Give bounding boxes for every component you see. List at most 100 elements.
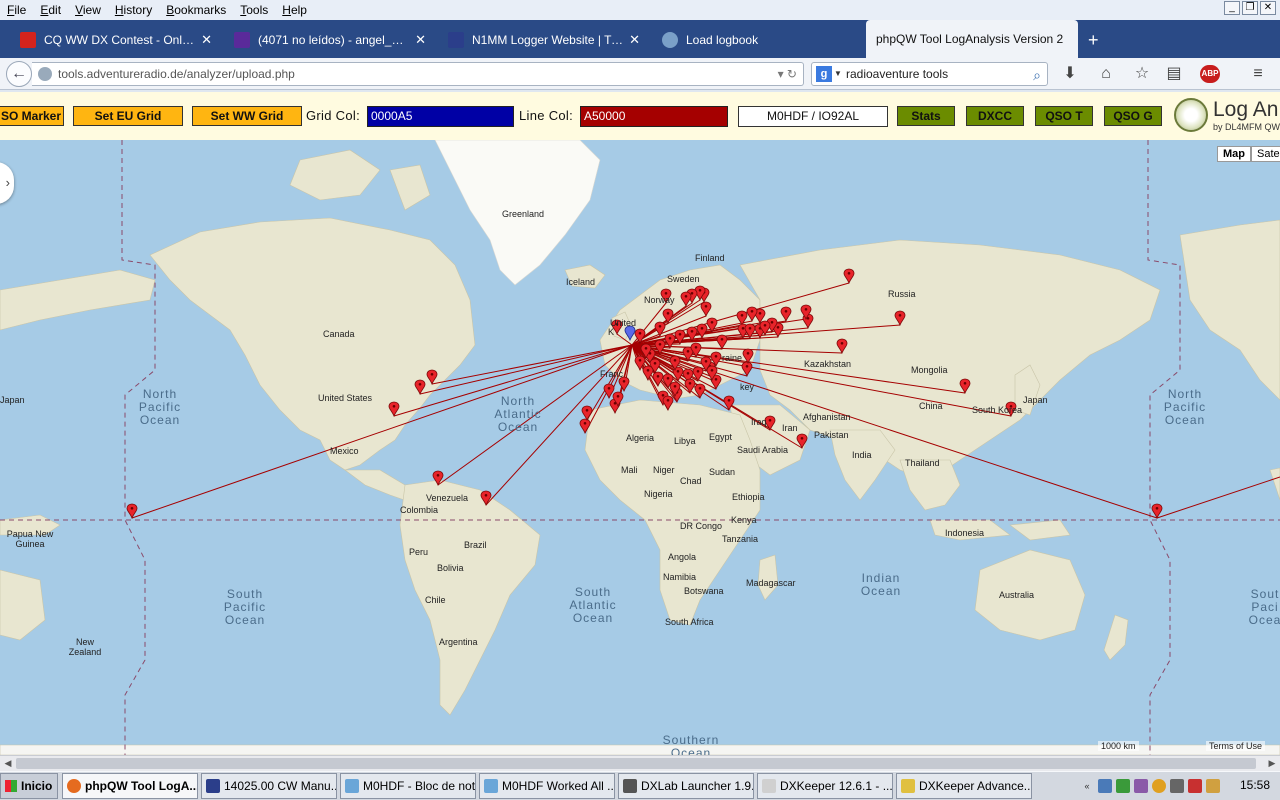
label-indonesia: Indonesia <box>945 528 984 538</box>
signal-icon[interactable] <box>1116 779 1130 793</box>
tab-phpqw[interactable]: phpQW Tool LogAnalysis Version 2 <box>866 20 1078 58</box>
terms-link[interactable]: Terms of Use <box>1206 741 1266 751</box>
label-china: China <box>919 401 943 411</box>
qso-marker-icon[interactable] <box>741 361 753 378</box>
chevron-left-icon[interactable]: « <box>1080 779 1094 793</box>
label-kazakhstan: Kazakhstan <box>804 359 851 369</box>
label-ukraine: raine <box>722 353 742 363</box>
taskbar-item[interactable]: DXLab Launcher 1.9.9 <box>618 773 754 799</box>
n1mm-icon <box>206 779 220 793</box>
download-icon[interactable]: ⬇ <box>1060 64 1080 84</box>
restore-icon[interactable]: ❐ <box>1242 1 1258 15</box>
callsign-locator-field: M0HDF / IO92AL <box>738 106 888 127</box>
shield-icon[interactable] <box>1188 779 1202 793</box>
search-input[interactable]: g ▼ radioaventure tools ⌕ <box>811 62 1048 86</box>
new-tab-icon[interactable]: + <box>1080 22 1107 58</box>
map-canvas: Greenland Iceland Sweden Finland Norway … <box>0 140 1280 755</box>
menu-help[interactable]: Help <box>275 3 314 17</box>
close-window-icon[interactable]: ✕ <box>1260 1 1276 15</box>
label-iraq: Iraq <box>751 417 767 427</box>
menu-file[interactable]: File <box>0 3 33 17</box>
taskbar-item[interactable]: M0HDF Worked All ... <box>479 773 615 799</box>
horizontal-scrollbar[interactable]: ◀ ▶ <box>0 755 1280 771</box>
menu-edit[interactable]: Edit <box>33 3 68 17</box>
tab-mail[interactable]: (4071 no leídos) - angel_andr... ✕ <box>224 22 436 58</box>
qso-marker-icon[interactable] <box>1151 503 1163 520</box>
grid-col-label: Grid Col: <box>306 108 360 123</box>
taskbar-item-label: DXKeeper Advance... <box>919 779 1032 793</box>
qso-g-button[interactable]: QSO G <box>1104 106 1162 126</box>
close-tab-icon[interactable]: ✕ <box>201 32 212 48</box>
taskbar-item[interactable]: DXKeeper Advance... <box>896 773 1032 799</box>
world-map[interactable]: Greenland Iceland Sweden Finland Norway … <box>0 140 1280 755</box>
bookmark-star-icon[interactable]: ☆ <box>1132 64 1152 84</box>
qso-marker-icon[interactable] <box>126 503 138 520</box>
qso-marker-icon[interactable] <box>603 383 615 400</box>
grid-color-input[interactable]: 0000A5 <box>367 106 514 127</box>
label-australia: Australia <box>999 590 1034 600</box>
tab-label: CQ WW DX Contest - Online ... <box>44 33 196 47</box>
label-mexico: Mexico <box>330 446 359 456</box>
map-type-satellite-button[interactable]: Sate <box>1251 146 1280 162</box>
magnifier-icon[interactable]: ⌕ <box>1033 64 1041 86</box>
label-tanzania: Tanzania <box>722 534 758 544</box>
landmasses <box>0 140 1280 755</box>
line-color-input[interactable]: A50000 <box>580 106 728 127</box>
close-tab-icon[interactable]: ✕ <box>415 32 426 48</box>
menu-view[interactable]: View <box>68 3 108 17</box>
app-tray-icon[interactable] <box>1170 779 1184 793</box>
minimize-icon[interactable]: _ <box>1224 1 1240 15</box>
label-bolivia: Bolivia <box>437 563 464 573</box>
google-icon: g <box>816 66 832 82</box>
adblock-icon[interactable]: ABP <box>1200 65 1220 83</box>
taskbar-item[interactable]: phpQW Tool LogA... <box>62 773 198 799</box>
clock: 15:58 <box>1239 778 1270 792</box>
label-dr-congo: DR Congo <box>680 521 722 531</box>
ocean-label: North Pacific Ocean <box>139 387 181 427</box>
tab-cq-ww[interactable]: CQ WW DX Contest - Online ... ✕ <box>10 22 222 58</box>
taskbar-item[interactable]: 14025.00 CW Manu... <box>201 773 337 799</box>
tab-n1mm[interactable]: N1MM Logger Website | Tips ... ✕ <box>438 22 650 58</box>
qso-marker-button[interactable]: SO Marker <box>0 106 64 126</box>
taskbar-item-label: DXLab Launcher 1.9.9 <box>641 779 754 793</box>
set-ww-grid-button[interactable]: Set WW Grid <box>192 106 302 126</box>
set-eu-grid-button[interactable]: Set EU Grid <box>73 106 183 126</box>
url-input[interactable]: tools.adventureradio.de/analyzer/upload.… <box>32 62 804 86</box>
network-icon[interactable] <box>1098 779 1112 793</box>
menu-history[interactable]: History <box>108 3 159 17</box>
label-nigeria: Nigeria <box>644 489 673 499</box>
chevron-down-icon[interactable]: ▼ <box>834 63 842 85</box>
stats-button[interactable]: Stats <box>897 106 955 126</box>
scrollbar-thumb[interactable] <box>16 758 1256 769</box>
reload-icon[interactable]: ▾ ↻ <box>778 63 797 85</box>
app-tray-icon[interactable] <box>1206 779 1220 793</box>
taskbar-item[interactable]: DXKeeper 12.6.1 - ... <box>757 773 893 799</box>
menu-bookmarks[interactable]: Bookmarks <box>159 3 233 17</box>
app-tray-icon[interactable] <box>1152 779 1166 793</box>
url-text: tools.adventureradio.de/analyzer/upload.… <box>58 67 295 81</box>
close-tab-icon[interactable]: ✕ <box>629 32 640 48</box>
taskbar-item[interactable]: M0HDF - Bloc de notas <box>340 773 476 799</box>
scroll-right-icon[interactable]: ▶ <box>1264 756 1280 771</box>
tab-load-logbook[interactable]: Load logbook <box>652 22 864 58</box>
label-argentina: Argentina <box>439 637 478 647</box>
reading-list-icon[interactable]: ▤ <box>1164 64 1184 84</box>
qso-t-button[interactable]: QSO T <box>1035 106 1093 126</box>
scroll-left-icon[interactable]: ◀ <box>0 756 16 771</box>
menu-tools[interactable]: Tools <box>233 3 275 17</box>
dxcc-button[interactable]: DXCC <box>966 106 1024 126</box>
map-type-map-button[interactable]: Map <box>1217 146 1251 162</box>
home-icon[interactable]: ⌂ <box>1096 64 1116 84</box>
hamburger-menu-icon[interactable]: ≡ <box>1248 64 1268 84</box>
start-button[interactable]: Inicio <box>0 773 58 799</box>
qso-line <box>1156 476 1280 519</box>
label-finland: Finland <box>695 253 725 263</box>
ocean-label: North Atlantic Ocean <box>494 394 541 434</box>
qso-marker-icon[interactable] <box>618 376 630 393</box>
label-russia: Russia <box>888 289 916 299</box>
app-tray-icon[interactable] <box>1134 779 1148 793</box>
label-south-korea: South Korea <box>972 405 1022 415</box>
logo-title: Log An <box>1213 98 1279 121</box>
back-arrow-icon[interactable]: ← <box>6 61 32 87</box>
scale-bar: 1000 km <box>1098 741 1139 751</box>
